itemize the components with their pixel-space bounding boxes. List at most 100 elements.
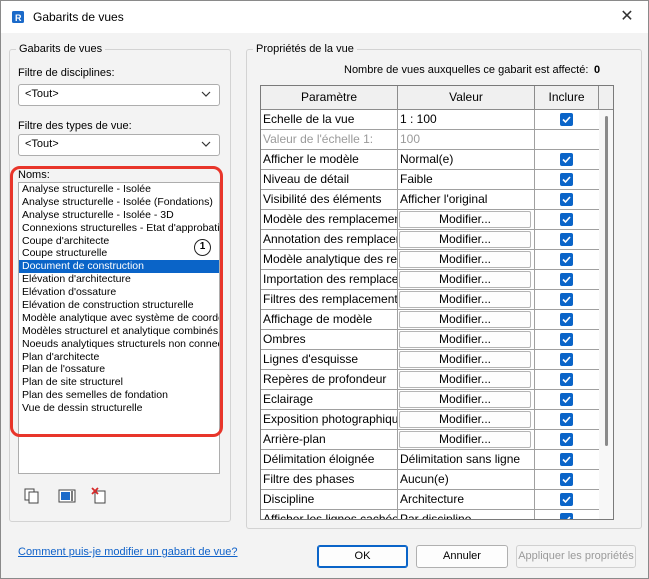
include-checkbox[interactable] xyxy=(560,473,573,486)
table-row[interactable]: Afficher le modèle Normal(e) xyxy=(261,150,599,170)
include-checkbox[interactable] xyxy=(560,193,573,206)
column-divider xyxy=(534,390,535,410)
value-cell[interactable]: Faible xyxy=(400,170,534,189)
table-row[interactable]: Délimitation éloignée Délimitation sans l… xyxy=(261,450,599,470)
include-checkbox[interactable] xyxy=(560,253,573,266)
table-row[interactable]: Visibilité des éléments Afficher l'origin… xyxy=(261,190,599,210)
include-checkbox[interactable] xyxy=(560,333,573,346)
value-cell[interactable]: Délimitation sans ligne xyxy=(400,450,534,469)
cancel-button[interactable]: Annuler xyxy=(416,545,508,568)
ok-button[interactable]: OK xyxy=(317,545,408,568)
modify-button[interactable]: Modifier... xyxy=(399,411,531,428)
checkmark-icon xyxy=(562,196,571,204)
include-checkbox[interactable] xyxy=(560,113,573,126)
include-checkbox[interactable] xyxy=(560,513,573,519)
modify-button[interactable]: Modifier... xyxy=(399,291,531,308)
include-checkbox[interactable] xyxy=(560,453,573,466)
include-checkbox[interactable] xyxy=(560,393,573,406)
table-row[interactable]: Importation des remplacementsModifier... xyxy=(261,270,599,290)
param-cell: Filtres des remplacements xyxy=(263,292,397,306)
param-cell: Visibilité des éléments xyxy=(263,192,382,206)
modify-button[interactable]: Modifier... xyxy=(399,431,531,448)
revit-app-icon: R xyxy=(12,11,24,23)
modify-button[interactable]: Modifier... xyxy=(399,391,531,408)
value-cell[interactable]: Architecture xyxy=(400,490,534,509)
checkmark-icon xyxy=(562,296,571,304)
grid-scroll-thumb[interactable] xyxy=(605,116,608,446)
include-checkbox[interactable] xyxy=(560,373,573,386)
table-row[interactable]: Modèle analytique des remplacementsModif… xyxy=(261,250,599,270)
column-header-param: Paramètre xyxy=(261,86,398,110)
modify-button[interactable]: Modifier... xyxy=(399,371,531,388)
include-checkbox[interactable] xyxy=(560,273,573,286)
checkmark-icon xyxy=(562,376,571,384)
modify-button[interactable]: Modifier... xyxy=(399,251,531,268)
modify-button[interactable]: Modifier... xyxy=(399,311,531,328)
modify-button[interactable]: Modifier... xyxy=(399,351,531,368)
param-cell: Repères de profondeur xyxy=(263,372,387,386)
table-row[interactable]: Lignes d'esquisse Modifier... xyxy=(261,350,599,370)
table-row[interactable]: Echelle de la vue 1 : 100 xyxy=(261,110,599,130)
modify-button[interactable]: Modifier... xyxy=(399,271,531,288)
close-button[interactable]: ✕ xyxy=(616,7,638,27)
include-checkbox[interactable] xyxy=(560,153,573,166)
table-row[interactable]: Ombres Modifier... xyxy=(261,330,599,350)
include-checkbox[interactable] xyxy=(560,493,573,506)
table-row[interactable]: Afficher les lignes cachées Par disciplin… xyxy=(261,510,599,519)
checkmark-icon xyxy=(562,316,571,324)
window-title: Gabarits de vues xyxy=(33,10,124,24)
value-cell[interactable]: Afficher l'original xyxy=(400,190,534,209)
column-divider xyxy=(534,110,535,130)
include-checkbox[interactable] xyxy=(560,213,573,226)
checkmark-icon xyxy=(562,276,571,284)
checkmark-icon xyxy=(562,236,571,244)
highlight-box xyxy=(10,166,223,437)
column-divider xyxy=(534,150,535,170)
table-row[interactable]: Affichage de modèle Modifier... xyxy=(261,310,599,330)
column-divider xyxy=(534,270,535,290)
modify-button[interactable]: Modifier... xyxy=(399,211,531,228)
column-divider xyxy=(397,510,398,519)
table-row[interactable]: Annotation des remplacementsModifier... xyxy=(261,230,599,250)
include-checkbox[interactable] xyxy=(560,313,573,326)
table-row[interactable]: Arrière-plan Modifier... xyxy=(261,430,599,450)
include-checkbox[interactable] xyxy=(560,233,573,246)
chevron-down-icon xyxy=(201,141,211,147)
viewtype-filter-select[interactable]: <Tout> xyxy=(18,134,220,156)
include-checkbox[interactable] xyxy=(560,173,573,186)
column-divider xyxy=(534,470,535,490)
param-cell: Eclairage xyxy=(263,392,314,406)
view-templates-dialog: R Gabarits de vues ✕ Gabarits de vues Fi… xyxy=(0,0,649,579)
column-divider xyxy=(397,450,398,470)
table-row[interactable]: Modèle des remplacements Modifier... xyxy=(261,210,599,230)
delete-icon[interactable] xyxy=(91,487,109,505)
include-checkbox[interactable] xyxy=(560,413,573,426)
table-row[interactable]: Repères de profondeur Modifier... xyxy=(261,370,599,390)
modify-button[interactable]: Modifier... xyxy=(399,231,531,248)
include-checkbox[interactable] xyxy=(560,433,573,446)
discipline-filter-select[interactable]: <Tout> xyxy=(18,84,220,106)
column-divider xyxy=(397,350,398,370)
apply-properties-button[interactable]: Appliquer les propriétés xyxy=(516,545,636,568)
table-row[interactable]: Filtre des phases Aucun(e) xyxy=(261,470,599,490)
column-divider xyxy=(397,470,398,490)
grid-scrollbar[interactable] xyxy=(599,110,613,519)
include-checkbox[interactable] xyxy=(560,353,573,366)
include-checkbox[interactable] xyxy=(560,293,573,306)
modify-button[interactable]: Modifier... xyxy=(399,331,531,348)
column-divider xyxy=(397,170,398,190)
value-cell[interactable]: Normal(e) xyxy=(400,150,534,169)
table-row[interactable]: Discipline Architecture xyxy=(261,490,599,510)
value-cell[interactable]: Aucun(e) xyxy=(400,470,534,489)
table-row[interactable]: Filtres des remplacements Modifier... xyxy=(261,290,599,310)
help-link[interactable]: Comment puis-je modifier un gabarit de v… xyxy=(18,546,238,558)
table-row[interactable]: Valeur de l'échelle 1: 100 xyxy=(261,130,599,150)
value-cell[interactable]: 1 : 100 xyxy=(400,110,534,129)
rename-icon[interactable] xyxy=(58,487,76,505)
duplicate-icon[interactable] xyxy=(23,487,41,505)
column-divider xyxy=(397,110,398,130)
table-row[interactable]: Exposition photographique Modifier... xyxy=(261,410,599,430)
table-row[interactable]: Eclairage Modifier... xyxy=(261,390,599,410)
table-row[interactable]: Niveau de détail Faible xyxy=(261,170,599,190)
value-cell[interactable]: Par discipline xyxy=(400,510,534,519)
